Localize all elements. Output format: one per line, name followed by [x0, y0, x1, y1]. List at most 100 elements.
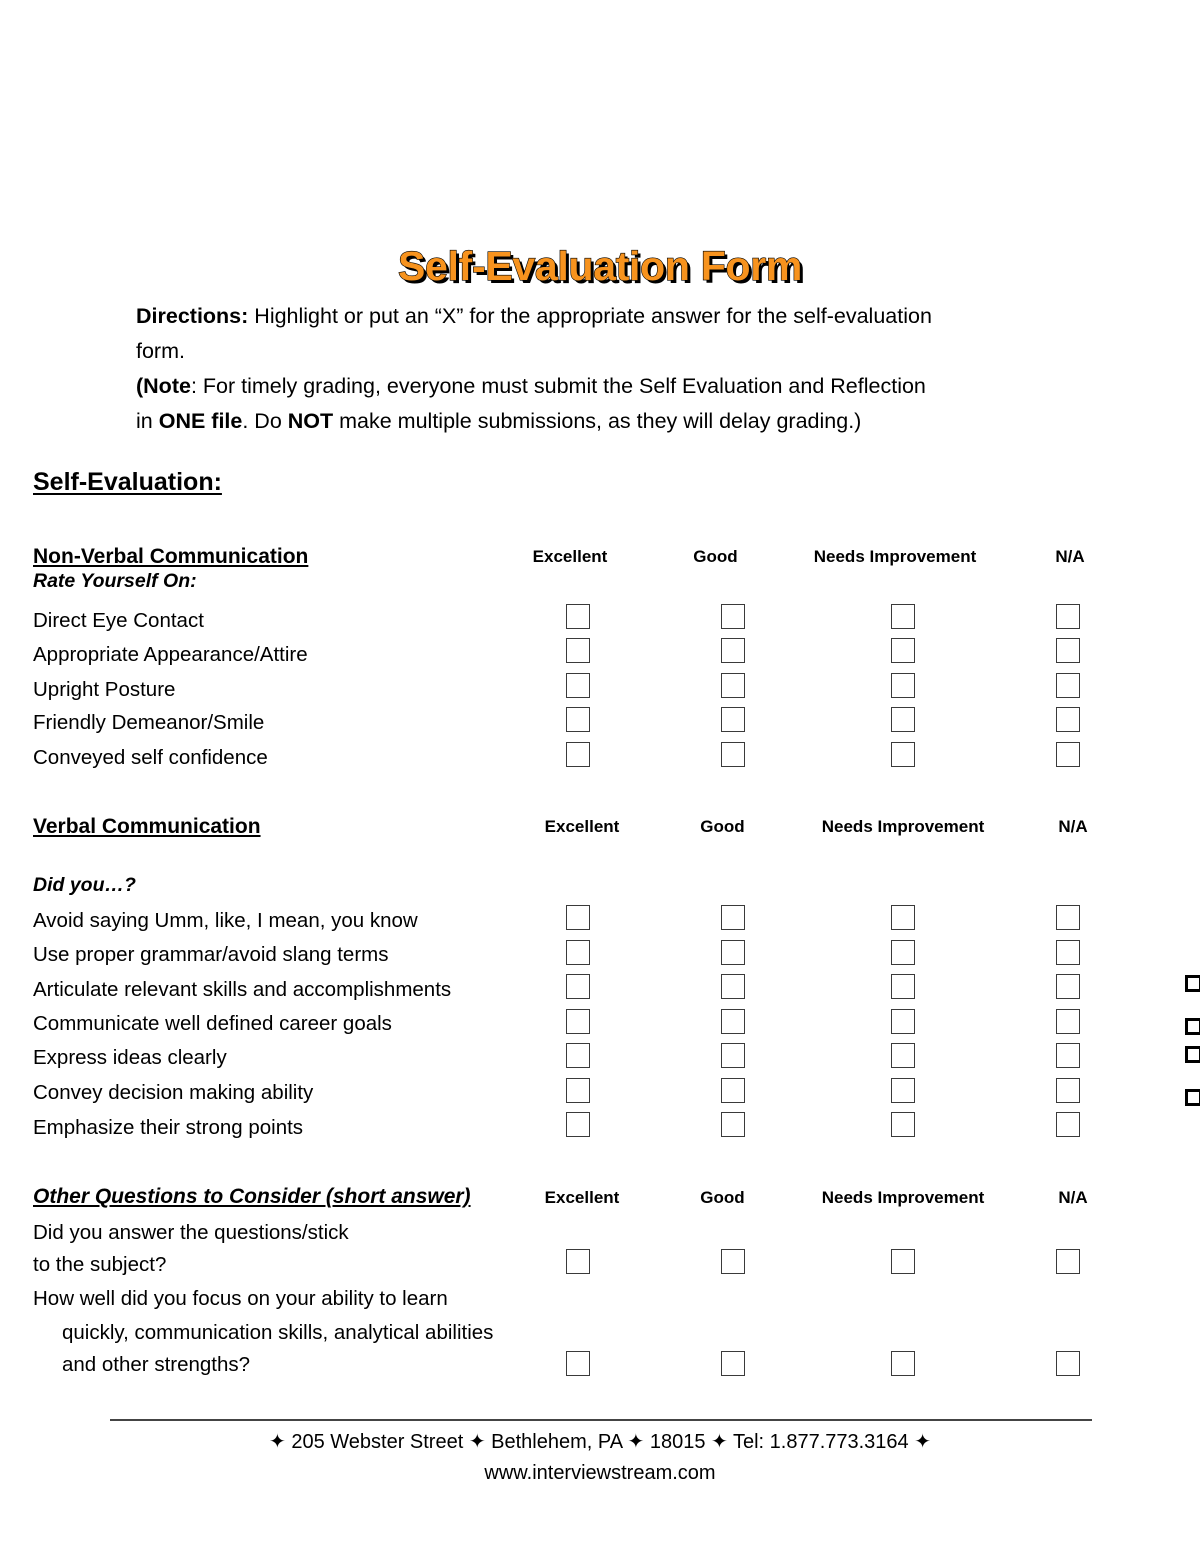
- checkbox-nonverbal-2-needs-improvement[interactable]: [891, 673, 915, 698]
- checkbox-verbal-1-good[interactable]: [721, 940, 745, 965]
- footer-divider: [110, 1419, 1092, 1421]
- directions-note-line-2: in ONE file. Do NOT make multiple submis…: [136, 404, 1086, 439]
- item-label-friendly-demeanor-smile: Friendly Demeanor/Smile: [33, 711, 265, 734]
- section-title-non-verbal-communication: Non-Verbal Communication: [33, 545, 309, 568]
- checkbox-verbal-6-na[interactable]: [1056, 1112, 1080, 1137]
- checkbox-nonverbal-2-na[interactable]: [1056, 673, 1080, 698]
- column-header-good-1: Good: [693, 547, 738, 566]
- checkbox-verbal-4-good[interactable]: [721, 1043, 745, 1068]
- checkbox-verbal-1-excellent[interactable]: [566, 940, 590, 965]
- checkbox-verbal-4-na[interactable]: [1056, 1043, 1080, 1068]
- directions-line-2: form.: [136, 339, 185, 363]
- checkbox-other-1-needs-improvement[interactable]: [891, 1351, 915, 1376]
- checkbox-nonverbal-2-excellent[interactable]: [566, 673, 590, 698]
- directions-block: Directions: Highlight or put an “X” for …: [136, 299, 1086, 439]
- checkbox-nonverbal-4-good[interactable]: [721, 742, 745, 767]
- checkbox-verbal-6-good[interactable]: [721, 1112, 745, 1137]
- item-label-communicate-career-goals: Communicate well defined career goals: [33, 1012, 392, 1035]
- checkbox-verbal-1-na[interactable]: [1056, 940, 1080, 965]
- item-label-did-you-answer-line-2: to the subject?: [33, 1253, 167, 1276]
- note-label: (Note: [136, 374, 191, 398]
- checkbox-margin-1[interactable]: [1185, 1018, 1200, 1035]
- note-line-1-rest: : For timely grading, everyone must subm…: [190, 374, 926, 398]
- item-label-convey-decision-making-ability: Convey decision making ability: [33, 1081, 314, 1104]
- checkbox-other-1-good[interactable]: [721, 1351, 745, 1376]
- column-header-na-1: N/A: [1055, 547, 1085, 566]
- checkbox-nonverbal-1-na[interactable]: [1056, 638, 1080, 663]
- checkbox-verbal-5-needs-improvement[interactable]: [891, 1078, 915, 1103]
- checkbox-nonverbal-4-na[interactable]: [1056, 742, 1080, 767]
- item-label-use-proper-grammar: Use proper grammar/avoid slang terms: [33, 943, 389, 966]
- document-page: Self-Evaluation Form Directions: Highlig…: [0, 0, 1200, 1553]
- checkbox-other-1-na[interactable]: [1056, 1351, 1080, 1376]
- checkbox-verbal-0-good[interactable]: [721, 905, 745, 930]
- note-line-2-a: in: [136, 409, 159, 433]
- checkbox-nonverbal-0-excellent[interactable]: [566, 604, 590, 629]
- column-header-good-3: Good: [700, 1188, 745, 1207]
- column-header-good-2: Good: [700, 817, 745, 836]
- checkbox-verbal-2-needs-improvement[interactable]: [891, 974, 915, 999]
- checkbox-other-1-excellent[interactable]: [566, 1351, 590, 1376]
- checkbox-verbal-4-needs-improvement[interactable]: [891, 1043, 915, 1068]
- checkbox-verbal-5-na[interactable]: [1056, 1078, 1080, 1103]
- checkbox-verbal-4-excellent[interactable]: [566, 1043, 590, 1068]
- column-header-na-2: N/A: [1058, 817, 1088, 836]
- column-header-needs-improvement-2: Needs Improvement: [821, 817, 985, 836]
- checkbox-nonverbal-3-excellent[interactable]: [566, 707, 590, 732]
- checkbox-verbal-2-na[interactable]: [1056, 974, 1080, 999]
- note-line-2-e: make multiple submissions, as they will …: [333, 409, 862, 433]
- checkbox-nonverbal-2-good[interactable]: [721, 673, 745, 698]
- checkbox-nonverbal-0-good[interactable]: [721, 604, 745, 629]
- checkbox-margin-0[interactable]: [1185, 975, 1200, 992]
- checkbox-verbal-3-good[interactable]: [721, 1009, 745, 1034]
- checkbox-nonverbal-0-needs-improvement[interactable]: [891, 604, 915, 629]
- column-header-needs-improvement-1: Needs Improvement: [813, 547, 977, 566]
- self-evaluation-heading: Self-Evaluation:: [33, 468, 222, 496]
- checkbox-other-0-na[interactable]: [1056, 1249, 1080, 1274]
- checkbox-nonverbal-3-na[interactable]: [1056, 707, 1080, 732]
- item-label-did-you-answer-line-1: Did you answer the questions/stick: [33, 1221, 349, 1244]
- checkbox-nonverbal-1-needs-improvement[interactable]: [891, 638, 915, 663]
- checkbox-nonverbal-1-good[interactable]: [721, 638, 745, 663]
- checkbox-verbal-3-na[interactable]: [1056, 1009, 1080, 1034]
- item-label-upright-posture: Upright Posture: [33, 678, 176, 701]
- checkbox-verbal-2-good[interactable]: [721, 974, 745, 999]
- note-line-2-not: NOT: [287, 409, 334, 433]
- checkbox-verbal-5-excellent[interactable]: [566, 1078, 590, 1103]
- directions-line-1-rest: Highlight or put an “X” for the appropri…: [248, 304, 932, 328]
- column-header-excellent-1: Excellent: [532, 547, 608, 566]
- item-label-appropriate-appearance-attire: Appropriate Appearance/Attire: [33, 643, 308, 666]
- checkbox-nonverbal-4-excellent[interactable]: [566, 742, 590, 767]
- checkbox-verbal-1-needs-improvement[interactable]: [891, 940, 915, 965]
- checkbox-other-0-needs-improvement[interactable]: [891, 1249, 915, 1274]
- section-sublabel-rate-yourself-on: Rate Yourself On:: [33, 570, 197, 592]
- checkbox-other-0-excellent[interactable]: [566, 1249, 590, 1274]
- item-label-direct-eye-contact: Direct Eye Contact: [33, 609, 204, 632]
- checkbox-nonverbal-3-needs-improvement[interactable]: [891, 707, 915, 732]
- checkbox-other-0-good[interactable]: [721, 1249, 745, 1274]
- page-title: Self-Evaluation Form: [397, 242, 803, 289]
- checkbox-margin-2[interactable]: [1185, 1046, 1200, 1063]
- section-sublabel-did-you: Did you…?: [33, 874, 136, 896]
- checkbox-verbal-6-excellent[interactable]: [566, 1112, 590, 1137]
- column-header-needs-improvement-3: Needs Improvement: [821, 1188, 985, 1207]
- checkbox-verbal-2-excellent[interactable]: [566, 974, 590, 999]
- checkbox-nonverbal-3-good[interactable]: [721, 707, 745, 732]
- item-label-how-well-line-2: quickly, communication skills, analytica…: [62, 1321, 494, 1344]
- footer-address: ✦ 205 Webster Street ✦ Bethlehem, PA ✦ 1…: [269, 1431, 931, 1453]
- checkbox-verbal-6-needs-improvement[interactable]: [891, 1112, 915, 1137]
- item-label-express-ideas-clearly: Express ideas clearly: [33, 1046, 227, 1069]
- checkbox-margin-3[interactable]: [1185, 1089, 1200, 1106]
- checkbox-verbal-3-needs-improvement[interactable]: [891, 1009, 915, 1034]
- checkbox-verbal-0-na[interactable]: [1056, 905, 1080, 930]
- checkbox-verbal-0-excellent[interactable]: [566, 905, 590, 930]
- directions-note-line-1: (Note: For timely grading, everyone must…: [136, 369, 1086, 404]
- checkbox-nonverbal-0-na[interactable]: [1056, 604, 1080, 629]
- item-label-avoid-saying-umm: Avoid saying Umm, like, I mean, you know: [33, 909, 418, 932]
- checkbox-nonverbal-1-excellent[interactable]: [566, 638, 590, 663]
- checkbox-verbal-3-excellent[interactable]: [566, 1009, 590, 1034]
- column-header-excellent-3: Excellent: [544, 1188, 620, 1207]
- checkbox-verbal-0-needs-improvement[interactable]: [891, 905, 915, 930]
- checkbox-nonverbal-4-needs-improvement[interactable]: [891, 742, 915, 767]
- checkbox-verbal-5-good[interactable]: [721, 1078, 745, 1103]
